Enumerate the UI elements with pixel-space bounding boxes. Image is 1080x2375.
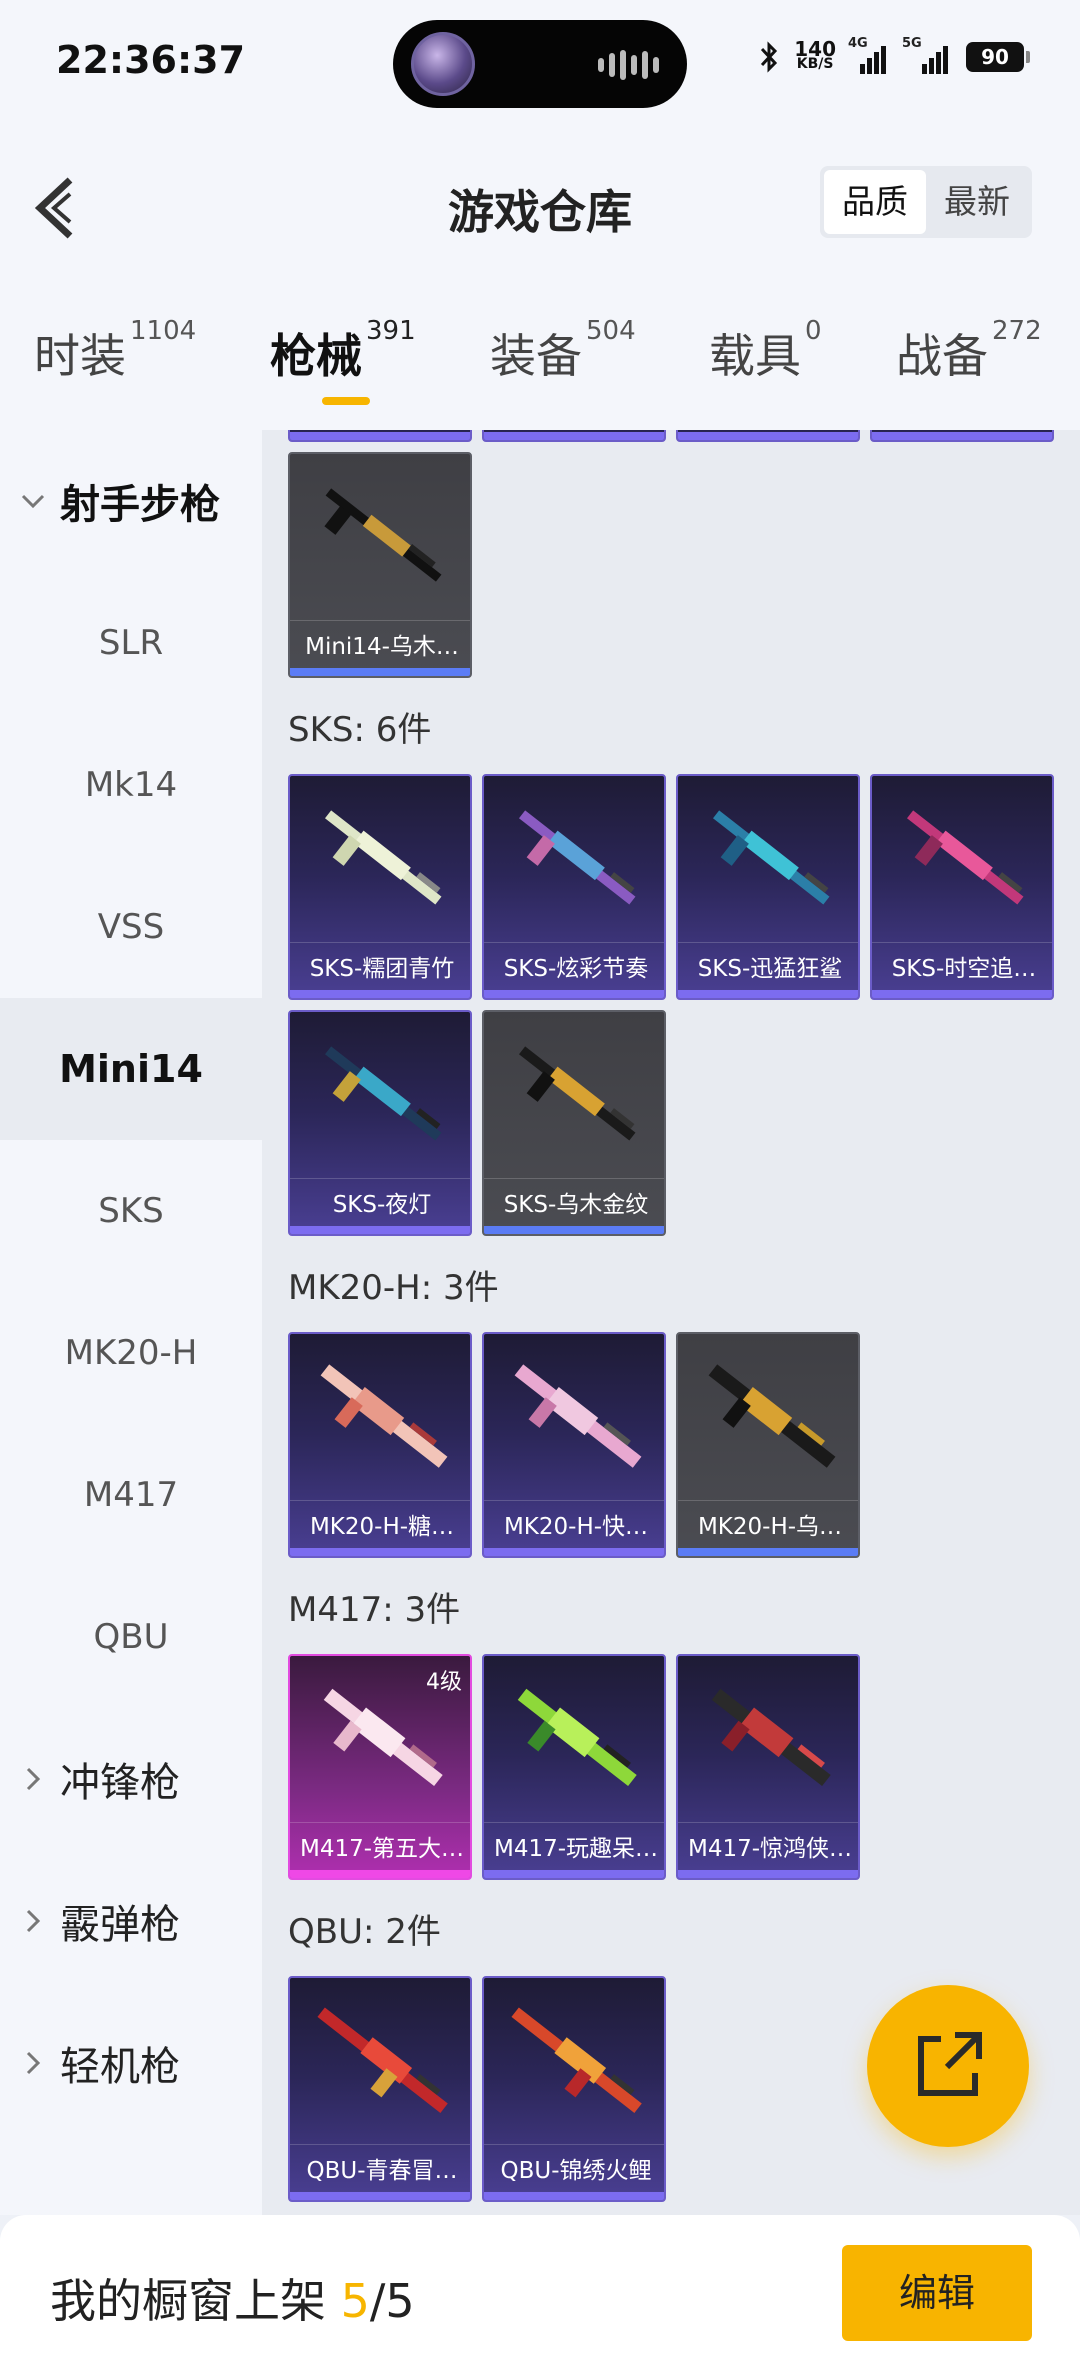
gun-qbu-image bbox=[511, 2007, 642, 2113]
sidebar-item-m417[interactable]: M417 bbox=[0, 1424, 262, 1566]
status-icons: 140 KB/S 4G 5G 90 bbox=[758, 36, 1030, 74]
gun-m417-image bbox=[711, 1688, 831, 1787]
sidebar-group-shotgun[interactable]: 霰弹枪 bbox=[0, 1850, 262, 1992]
section-title: QBU: 2件 bbox=[288, 1912, 441, 1952]
tab-guns[interactable]: 枪械 391 bbox=[270, 316, 416, 386]
item-card[interactable]: SKS-糯团青竹 bbox=[288, 774, 472, 1000]
tab-supplies[interactable]: 战备 272 bbox=[896, 316, 1042, 386]
item-card[interactable]: MK20-H-快… bbox=[482, 1332, 666, 1558]
item-card[interactable]: SKS-夜灯 bbox=[288, 1010, 472, 1236]
bluetooth-icon bbox=[761, 41, 778, 73]
gun-m417-image bbox=[517, 1688, 637, 1787]
sidebar-item-qbu[interactable]: QBU bbox=[0, 1566, 262, 1708]
gun-sks-image bbox=[324, 810, 442, 905]
gun-mini14-image bbox=[324, 488, 442, 582]
sidebar-group-marksman[interactable]: 射手步枪 bbox=[0, 430, 262, 572]
chevron-down-icon bbox=[21, 494, 45, 509]
item-card[interactable]: SKS-时空追… bbox=[870, 774, 1054, 1000]
item-grid: Mini14-乌木… SKS: 6件 SKS-糯团青竹 SKS-炫彩节奏 SKS… bbox=[262, 430, 1080, 2215]
gun-sks-image bbox=[518, 1046, 636, 1141]
network-speed: 140 KB/S bbox=[794, 37, 836, 72]
tab-equipment[interactable]: 装备 504 bbox=[490, 316, 636, 386]
avatar bbox=[411, 32, 475, 96]
battery-icon: 90 bbox=[966, 42, 1030, 72]
gun-mk20h-image bbox=[708, 1364, 836, 1468]
item-card-partial[interactable] bbox=[676, 430, 860, 442]
sort-toggle: 品质 最新 bbox=[820, 166, 1032, 238]
item-card[interactable]: M417-玩趣呆… bbox=[482, 1654, 666, 1880]
gun-mk20h-image bbox=[320, 1364, 448, 1468]
signal-4g-icon: 4G bbox=[848, 36, 890, 74]
item-card[interactable]: SKS-乌木金纹 bbox=[482, 1010, 666, 1236]
active-tab-indicator bbox=[322, 397, 370, 405]
gun-sks-image bbox=[324, 1046, 442, 1141]
sidebar-item-vss[interactable]: VSS bbox=[0, 856, 262, 998]
audio-wave-icon bbox=[598, 50, 659, 80]
item-card[interactable]: Mini14-乌木… bbox=[288, 452, 472, 678]
chevron-right-icon bbox=[26, 2051, 41, 2075]
share-button[interactable] bbox=[867, 1985, 1029, 2147]
sidebar-item-mk20h[interactable]: MK20-H bbox=[0, 1282, 262, 1424]
gun-sks-image bbox=[518, 810, 636, 905]
showcase-status: 我的橱窗上架 5/5 bbox=[50, 2274, 415, 2328]
sidebar-item-mini14[interactable]: Mini14 bbox=[0, 998, 262, 1140]
item-card[interactable]: SKS-炫彩节奏 bbox=[482, 774, 666, 1000]
item-card[interactable]: SKS-迅猛狂鲨 bbox=[676, 774, 860, 1000]
chevron-right-icon bbox=[26, 1909, 41, 1933]
gun-mk20h-image bbox=[514, 1364, 642, 1468]
section-title: MK20-H: 3件 bbox=[288, 1268, 499, 1308]
item-card[interactable]: QBU-青春冒… bbox=[288, 1976, 472, 2202]
sidebar-item-slr[interactable]: SLR bbox=[0, 572, 262, 714]
sidebar: 射手步枪 SLR Mk14 VSS Mini14 SKS MK20-H M417… bbox=[0, 430, 262, 2215]
sidebar-group-lmg[interactable]: 轻机枪 bbox=[0, 1992, 262, 2134]
edit-button[interactable]: 编辑 bbox=[842, 2245, 1032, 2341]
item-card[interactable]: MK20-H-乌… bbox=[676, 1332, 860, 1558]
sidebar-item-mk14[interactable]: Mk14 bbox=[0, 714, 262, 856]
bottom-bar: 我的橱窗上架 5/5 编辑 bbox=[0, 2215, 1080, 2375]
item-card[interactable]: M417-惊鸿侠… bbox=[676, 1654, 860, 1880]
item-card[interactable]: 4级 M417-第五大… bbox=[288, 1654, 472, 1880]
item-card-partial[interactable] bbox=[288, 430, 472, 442]
gun-qbu-image bbox=[317, 2007, 448, 2113]
gun-sks-image bbox=[712, 810, 830, 905]
chevron-right-icon bbox=[26, 1767, 41, 1791]
showcase-count: 5/5 bbox=[340, 2274, 415, 2328]
gun-sks-image bbox=[906, 810, 1024, 905]
signal-5g-icon: 5G bbox=[902, 36, 952, 74]
sort-newest-button[interactable]: 最新 bbox=[926, 170, 1028, 234]
tab-outfits[interactable]: 时装 1104 bbox=[34, 316, 196, 386]
category-tabs: 时装 1104 枪械 391 装备 504 载具 0 战备 272 bbox=[0, 280, 1080, 430]
item-card-partial[interactable] bbox=[482, 430, 666, 442]
status-bar: 22:36:37 140 KB/S 4G 5G 90 bbox=[0, 0, 1080, 130]
level-badge: 4级 bbox=[426, 1670, 462, 1695]
section-title: SKS: 6件 bbox=[288, 710, 432, 750]
section-title: M417: 3件 bbox=[288, 1590, 461, 1630]
item-card-partial[interactable] bbox=[870, 430, 1054, 442]
share-icon bbox=[918, 2032, 982, 2096]
tab-vehicles[interactable]: 载具 0 bbox=[709, 316, 822, 386]
status-time: 22:36:37 bbox=[56, 38, 246, 82]
app-header: 游戏仓库 品质 最新 bbox=[0, 130, 1080, 280]
dynamic-island[interactable] bbox=[393, 20, 687, 108]
sidebar-group-smg[interactable]: 冲锋枪 bbox=[0, 1708, 262, 1850]
item-card[interactable]: QBU-锦绣火鲤 bbox=[482, 1976, 666, 2202]
item-card[interactable]: MK20-H-糖… bbox=[288, 1332, 472, 1558]
sidebar-item-sks[interactable]: SKS bbox=[0, 1140, 262, 1282]
sort-quality-button[interactable]: 品质 bbox=[824, 170, 926, 234]
